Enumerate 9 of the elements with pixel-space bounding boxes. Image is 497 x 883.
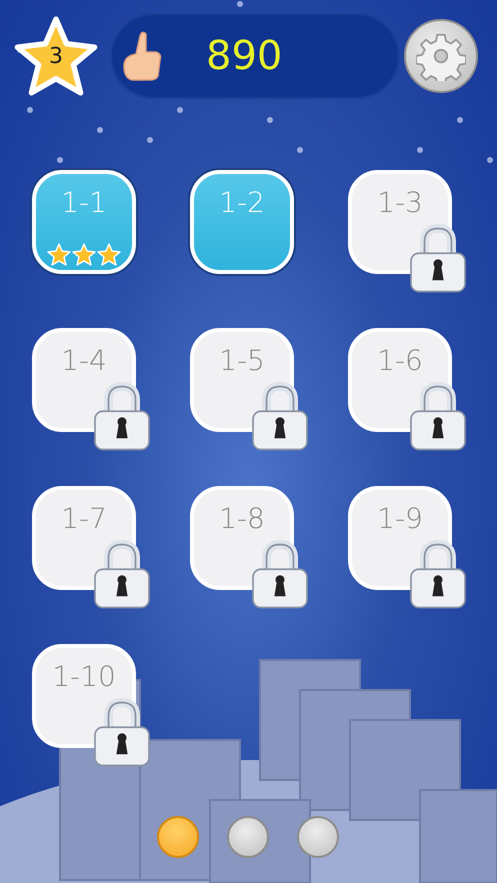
settings-icon — [416, 31, 466, 81]
star-icon — [47, 243, 71, 266]
star-icon — [97, 243, 121, 266]
thumbs-up-icon — [122, 30, 162, 82]
level-button[interactable]: 1-1 — [32, 170, 136, 274]
score-text: 890 — [206, 33, 282, 79]
level-button[interactable]: 1-2 — [190, 170, 294, 274]
star-icon — [72, 243, 96, 266]
star-count-badge: 3 — [14, 14, 98, 98]
